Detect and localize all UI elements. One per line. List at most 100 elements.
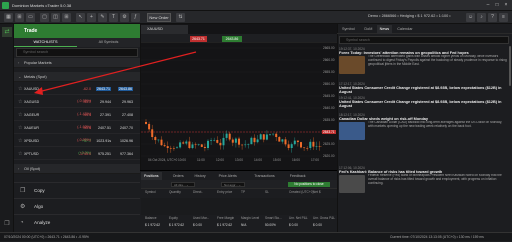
symbol-row[interactable]: ☆XPDUSD+57.7 (+2.0%)1023.91s1026.96 [14,135,140,147]
candle-body [260,134,262,139]
analyze-menu-item[interactable]: ◔Analyze [14,214,140,230]
menu-icon[interactable]: ≡ [499,13,508,22]
symbol-bid[interactable]: 29.944 [93,96,111,108]
bottom-tab[interactable]: Feedback [287,172,309,180]
news-item[interactable]: 18:12:17, 10.2024Canadian Dollar sheds w… [339,113,509,153]
sell-price-button[interactable]: 2643.71 [190,36,207,42]
app-nav: ⇄ ❐ [0,24,14,241]
copy-menu-item[interactable]: ❐Copy [14,182,140,198]
symbol-row[interactable]: ☆XAGEUR-44.4 (-1.62%)27.39127.408 [14,109,140,121]
news-item[interactable]: 19:12:41, 10.2024United States Consumer … [339,96,509,111]
news-scrollbar[interactable] [509,46,511,86]
section-metals[interactable]: ⌄ Metals (Spot) [14,72,140,82]
maximize-icon[interactable]: □ [493,2,501,9]
grid-icon[interactable]: ⊞ [15,13,24,22]
tab-all-symbols[interactable]: All Symbols [77,38,140,47]
star-icon[interactable]: ☆ [18,83,22,95]
aggregation-dropdown[interactable]: Not aggr…⌄ [221,182,245,187]
bottom-tab[interactable]: Orders [170,172,187,180]
symbol-ask[interactable]: 29.963 [113,96,133,108]
filter-dropdown[interactable]: All dire…⌄ [171,182,195,187]
candlestick-chart[interactable] [141,44,322,158]
user-icon[interactable]: ☺ [466,13,475,22]
right-tab[interactable]: News [377,25,393,34]
bottom-tab[interactable]: History [192,172,209,180]
news-item[interactable]: 17:12:17, 10.2024United States Consumer … [339,82,509,96]
column-header[interactable]: Direct.. [193,190,203,194]
balance-header: Unr. Gross P&L [313,216,335,220]
trade-nav-icon[interactable]: ⇄ [2,27,12,37]
help-icon[interactable]: ? [488,13,497,22]
candle-body [154,137,156,140]
symbol-row[interactable]: ☆XAGUSD-43.7 (-1.43%)29.94429.963 [14,96,140,108]
news-body-row: The Canadian Dollar (CAD) backslid into … [339,121,509,148]
star-icon[interactable]: ☆ [18,109,22,121]
symbol-row[interactable]: ☆XPTUSD-1745.0 (-1.76%)975.251977.364 [14,148,140,160]
symbol-search-input[interactable]: Symbol search [16,48,138,57]
news-item[interactable]: 17:12:06, 10.2024Fed's Kashkari: Balance… [339,166,509,202]
split-chart-icon[interactable]: ◫ [51,13,60,22]
news-headline[interactable]: United States Consumer Credit Change reg… [339,86,509,95]
copy-nav-icon[interactable]: ❐ [2,219,12,229]
symbol-bid[interactable]: 975.251 [93,148,111,160]
bottom-tab[interactable]: Price Alerts [216,172,240,180]
new-order-button[interactable]: New Order [147,13,171,22]
symbol-ask[interactable]: 2407.70 [113,122,133,134]
settings-icon[interactable]: ⚙ [120,13,129,22]
symbol-ask[interactable]: 2643.86 [113,83,133,95]
column-header[interactable]: SL [265,190,269,194]
news-body: The Canadian Dollar (CAD) backslid into … [368,121,508,129]
star-icon[interactable]: ☆ [18,148,22,160]
close-all-positions-button[interactable]: No positions to close [288,182,330,187]
crosshair-icon[interactable]: + [87,13,96,22]
symbol-bid[interactable]: 1023.91s [93,135,111,147]
symbol-row[interactable]: ☆XAUEUR-55.6 (-0.95%)2407.512407.70 [14,122,140,134]
news-body-row: Federal Reserve (Fed) Bank of Minneapoli… [339,174,509,197]
candle-body [161,140,163,146]
right-tab[interactable]: DoM [361,25,375,34]
chart-mode-icon[interactable]: ▭ [26,13,35,22]
symbol-bid[interactable]: 27.391 [93,109,111,121]
symbol-bid[interactable]: 2407.51 [93,122,111,134]
column-header[interactable]: TP [241,190,245,194]
cursor-icon[interactable]: ↖ [76,13,85,22]
news-search-input[interactable]: Symbol search [339,36,509,44]
symbol-ask[interactable]: 1026.96 [113,135,133,147]
symbol-row[interactable]: ☆XAUUSD-62.0 (-0.95%)2643.712643.86 [14,83,140,95]
algo-menu-item[interactable]: ⚙Algo [14,198,140,214]
chart-tab-xauusd[interactable]: XAUUSD [141,25,188,34]
balance-values: $ 1 972.62$ 1 972.62$ 0.00$ 1 972.62N/A5… [141,223,337,230]
column-header[interactable]: Entry price [217,190,232,194]
column-header[interactable]: Quantity [169,190,181,194]
news-headline[interactable]: United States Consumer Credit Change reg… [339,100,509,109]
star-icon[interactable]: ☆ [18,135,22,147]
column-header[interactable]: Net $ [313,190,321,194]
bottom-tab[interactable]: Positions [141,172,162,180]
symbol-bid[interactable]: 2643.71 [93,83,111,95]
right-tab[interactable]: Calendar [394,25,415,34]
section-popular-markets[interactable]: › Popular Markets [14,58,140,68]
column-header[interactable]: Created (UTC+0) [289,190,314,194]
single-chart-icon[interactable]: ▢ [40,13,49,22]
news-item[interactable]: 19:12:37, 10.2024Forex Today: Investors'… [339,47,509,81]
symbol-ask[interactable]: 977.364 [113,148,133,160]
minimize-icon[interactable]: – [484,2,492,9]
bell-icon[interactable]: ♪ [477,13,486,22]
text-icon[interactable]: T [109,13,118,22]
bottom-tab[interactable]: Transactions [251,172,277,180]
right-tab[interactable]: Symbol [339,25,358,34]
drawing-icon[interactable]: ✎ [98,13,107,22]
indicator-icon[interactable]: ƒ [131,13,140,22]
section-oil[interactable]: › Oil (Spot) [14,164,140,174]
layout-icon[interactable]: ▦ [4,13,13,22]
quad-chart-icon[interactable]: ⊞ [62,13,71,22]
close-icon[interactable]: × [502,2,510,9]
star-icon[interactable]: ☆ [18,96,22,108]
buy-price-button[interactable]: 2643.86 [222,36,242,42]
account-info[interactable]: Demo • 2866566 • Hedging • $ 1 972.62 • … [368,14,451,18]
star-icon[interactable]: ☆ [18,122,22,134]
trade-icon[interactable]: ⇅ [176,13,185,22]
tab-watchlists[interactable]: WATCHLISTS [14,38,77,47]
column-header[interactable]: Symbol [145,190,156,194]
symbol-ask[interactable]: 27.408 [113,109,133,121]
